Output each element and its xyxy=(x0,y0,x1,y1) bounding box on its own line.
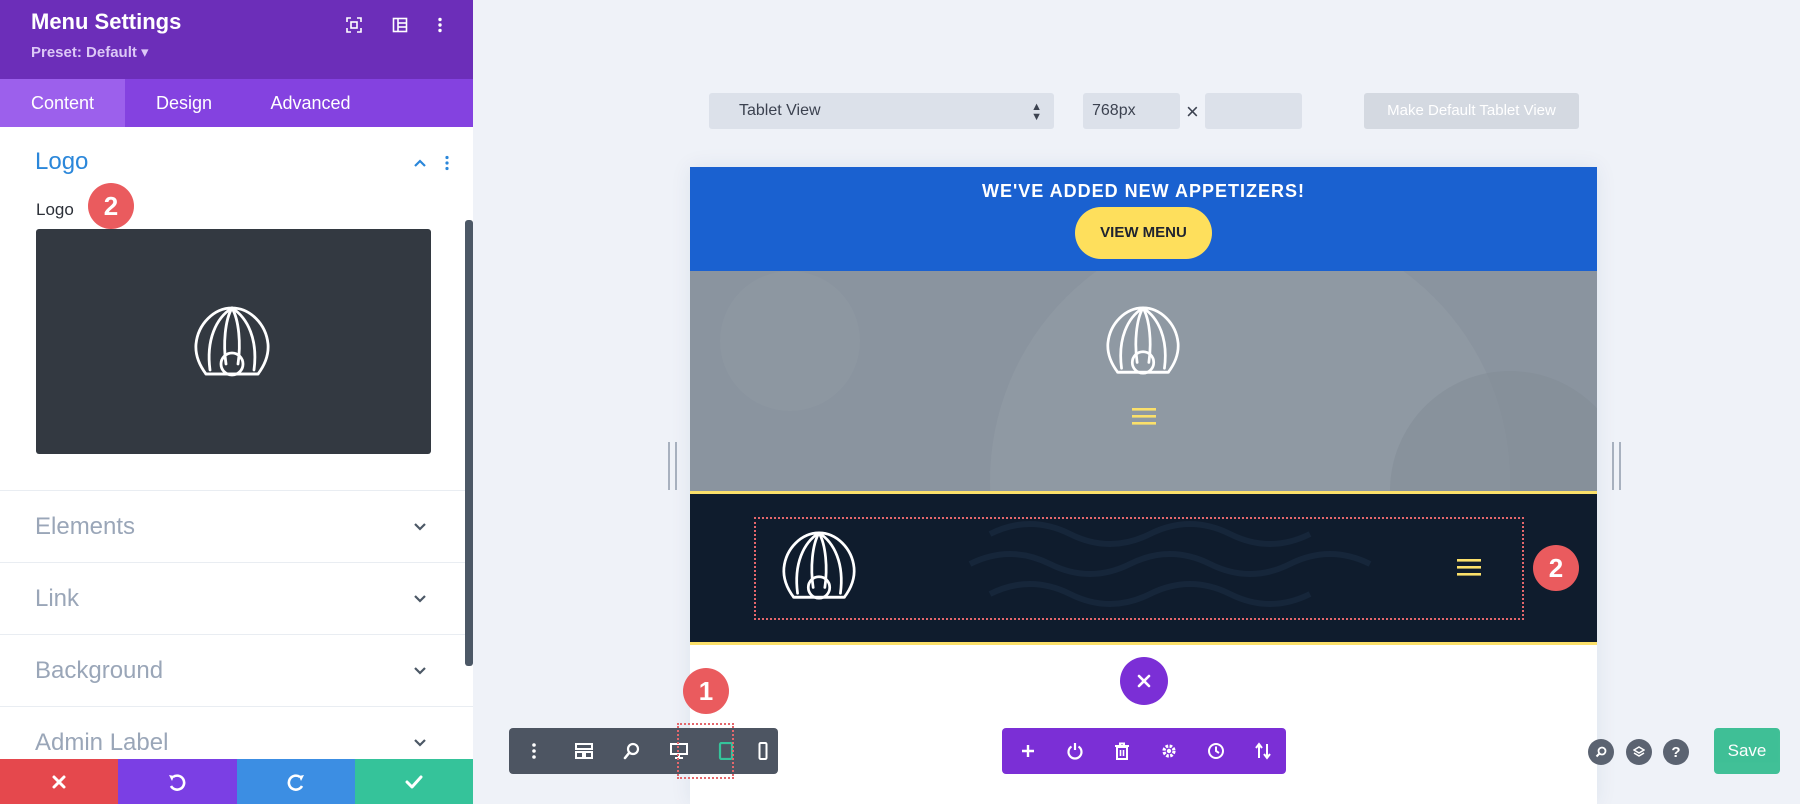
step-badge-1: 1 xyxy=(683,668,729,714)
chevron-down-icon[interactable] xyxy=(410,733,430,753)
chevron-down-icon[interactable] xyxy=(410,589,430,609)
hamburger-menu-icon[interactable] xyxy=(1131,406,1157,426)
selected-menu-module[interactable] xyxy=(754,517,1524,620)
divider xyxy=(0,490,473,491)
section-admin-label[interactable]: Admin Label xyxy=(35,729,168,757)
tablet-view-highlight xyxy=(677,723,734,779)
panel-title: Menu Settings xyxy=(31,9,182,34)
step-badge-2: 2 xyxy=(1533,545,1579,591)
trash-icon[interactable] xyxy=(1102,728,1142,774)
divider xyxy=(0,562,473,563)
history-icon[interactable] xyxy=(1196,728,1236,774)
shell-logo-icon xyxy=(1106,306,1180,375)
check-icon xyxy=(405,775,423,788)
menu-header-section xyxy=(690,494,1597,642)
phone-icon[interactable] xyxy=(752,728,774,774)
confirm-button[interactable] xyxy=(354,759,473,804)
help-icon[interactable]: ? xyxy=(1663,739,1689,765)
undo-button[interactable] xyxy=(118,759,237,804)
section-more-icon[interactable] xyxy=(444,155,450,176)
tab-design[interactable]: Design xyxy=(125,79,243,127)
logo-section-title[interactable]: Logo xyxy=(35,148,88,176)
divider xyxy=(0,706,473,707)
portability-icon[interactable] xyxy=(1243,728,1283,774)
section-background[interactable]: Background xyxy=(35,657,163,685)
panel-footer xyxy=(0,759,473,804)
power-icon[interactable] xyxy=(1055,728,1095,774)
shell-logo-icon xyxy=(782,531,856,600)
layout-icon[interactable] xyxy=(385,10,415,40)
make-default-view-button[interactable]: Make Default Tablet View xyxy=(1364,93,1579,129)
panel-tabs: Content Design Advanced xyxy=(0,79,473,127)
announcement-text: WE'VE ADDED NEW APPETIZERS! xyxy=(982,181,1305,201)
chevron-down-icon[interactable] xyxy=(410,517,430,537)
close-module-button[interactable] xyxy=(1120,657,1168,705)
wireframe-icon[interactable] xyxy=(564,728,604,774)
add-icon[interactable] xyxy=(1008,728,1048,774)
section-elements[interactable]: Elements xyxy=(35,513,135,541)
redo-button[interactable] xyxy=(236,759,355,804)
page-preview: WE'VE ADDED NEW APPETIZERS! VIEW MENU xyxy=(690,167,1597,804)
step-badge-2: 2 xyxy=(88,183,134,229)
resize-handle-left[interactable] xyxy=(668,442,677,490)
times-icon: × xyxy=(1186,99,1199,124)
select-arrows-icon: ▲ ▼ xyxy=(1031,101,1042,123)
resize-handle-right[interactable] xyxy=(1612,442,1621,490)
hamburger-menu-icon[interactable] xyxy=(1456,557,1482,577)
more-vertical-icon[interactable] xyxy=(514,728,554,774)
undo-icon xyxy=(169,773,186,791)
view-menu-button[interactable]: VIEW MENU xyxy=(1075,207,1212,259)
tab-advanced[interactable]: Advanced xyxy=(243,79,378,127)
view-mode-toolbar xyxy=(509,728,778,774)
view-mode-select[interactable]: Tablet View ▲ ▼ xyxy=(709,93,1054,129)
preview-height-input[interactable] xyxy=(1205,93,1302,129)
close-icon xyxy=(52,775,66,788)
settings-icon[interactable] xyxy=(1149,728,1189,774)
logo-upload-preview[interactable] xyxy=(36,229,431,454)
shell-logo-icon xyxy=(194,306,270,377)
hero-section xyxy=(690,271,1597,491)
panel-header: Menu Settings Preset: Default ▾ xyxy=(0,0,473,79)
preset-dropdown[interactable]: Preset: Default ▾ xyxy=(31,43,149,61)
preview-width-input[interactable] xyxy=(1083,93,1180,129)
logo-field-label: Logo xyxy=(36,200,74,219)
expand-icon[interactable] xyxy=(339,10,369,40)
divider xyxy=(0,634,473,635)
search-icon[interactable] xyxy=(1588,739,1614,765)
view-mode-value: Tablet View xyxy=(739,102,821,119)
announcement-bar: WE'VE ADDED NEW APPETIZERS! VIEW MENU xyxy=(690,167,1597,271)
layers-icon[interactable] xyxy=(1626,739,1652,765)
chevron-down-icon[interactable] xyxy=(410,661,430,681)
settings-panel: Menu Settings Preset: Default ▾ Content … xyxy=(0,0,473,804)
zoom-icon[interactable] xyxy=(612,728,652,774)
redo-icon xyxy=(287,773,304,791)
cancel-button[interactable] xyxy=(0,759,119,804)
panel-scrollbar[interactable] xyxy=(465,220,473,666)
tab-content[interactable]: Content xyxy=(0,79,125,127)
page-actions-toolbar xyxy=(1002,728,1286,774)
close-icon xyxy=(1137,674,1151,688)
divider-line xyxy=(690,642,1597,645)
chevron-up-icon[interactable] xyxy=(410,153,430,173)
more-icon[interactable] xyxy=(425,10,455,40)
section-link[interactable]: Link xyxy=(35,585,79,613)
save-button[interactable]: Save xyxy=(1714,728,1780,774)
